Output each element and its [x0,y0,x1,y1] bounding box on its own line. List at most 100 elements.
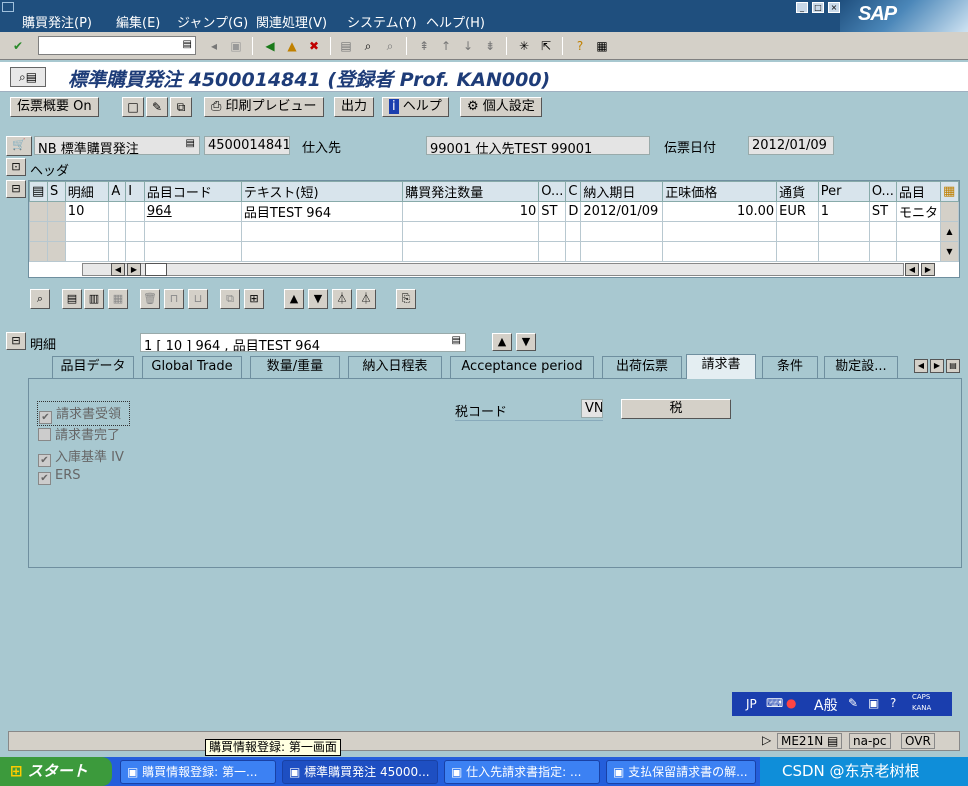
dropdown-icon[interactable]: ▤ [183,39,192,50]
last-page-icon[interactable]: ⇟ [482,38,498,54]
cancel-icon[interactable]: ✖ [306,38,322,54]
help-button[interactable]: i ヘルプ [382,97,449,117]
ime-tools-icon[interactable]: ▣ [868,696,879,710]
net-price-cell[interactable]: 10.00 [662,201,778,222]
sort-descending-icon[interactable]: ▼ [308,289,328,309]
quantity-cell[interactable]: 10 [402,201,540,222]
document-type-select[interactable]: NB 標準購買発注 ▤ [34,136,200,155]
vendor-field[interactable]: 99001 仕入先TEST 99001 [426,136,650,155]
item-selector[interactable]: 1 [ 10 ] 964 , 品目TEST 964 ▤ [140,333,466,352]
currency-cell[interactable]: EUR [776,201,819,222]
tab-conditions[interactable]: 条件 [762,356,818,378]
invoice-receipt-checkbox[interactable]: ✔ 請求書受領 [37,401,131,426]
column-header[interactable]: C [565,181,582,202]
gr-based-iv-checkbox[interactable]: ✔ 入庫基準 IV [38,446,124,467]
column-header[interactable]: 納入期日 [580,181,664,202]
document-date-field[interactable]: 2012/01/09 [748,136,834,155]
row-selector[interactable] [29,221,48,242]
column-header[interactable]: 品目コード [143,181,242,202]
lock-icon[interactable]: ⊓ [164,289,184,309]
scroll-left-icon[interactable]: ◀ [905,263,919,276]
po-number-field[interactable]: 4500014841 [204,136,290,155]
other-purchase-order-icon[interactable]: ⌕▤ [10,67,46,87]
ime-pad-icon[interactable]: ✎ [848,696,858,710]
status-expand-icon[interactable]: ▷ [759,733,774,749]
header-expand-icon[interactable]: ⊡ [6,158,26,176]
scroll-left-icon[interactable]: ◀ [111,263,125,276]
variant-icon[interactable]: ⊞ [244,289,264,309]
select-all-icon[interactable]: ▤ [29,181,48,202]
delivery-date-cell[interactable]: 2012/01/09 [580,201,664,222]
back-icon[interactable]: ◀ [262,38,278,54]
ime-status-icon[interactable]: ● [786,696,796,710]
tab-scroll-left-icon[interactable]: ◀ [914,359,928,373]
layout-menu-icon[interactable]: ▦ [594,38,610,54]
dropdown-icon[interactable]: ▤ [452,335,461,346]
tab-global-trade[interactable]: Global Trade [142,356,242,378]
start-button[interactable]: ⊞ スタート [0,757,112,786]
material-group-cell[interactable]: モニタ [895,201,941,222]
taskbar-item[interactable]: ▣ 購買情報登録: 第一... [120,760,276,784]
print-preview-button[interactable]: ⎙ 印刷プレビュー [204,97,324,117]
additional-planning-icon[interactable]: ⎘ [396,289,416,309]
find-next-icon[interactable]: ⌕ [382,38,398,54]
column-header[interactable]: 品目 [895,181,941,202]
order-unit-cell[interactable]: ST [868,201,897,222]
column-settings-icon[interactable]: ▦ [939,181,960,202]
back-arrow-icon[interactable]: ◂ [206,38,222,54]
column-header[interactable]: A [108,181,127,202]
per-cell[interactable]: 1 [817,201,870,222]
shortcut-icon[interactable]: ⇱ [538,38,554,54]
column-header[interactable]: 正味価格 [662,181,778,202]
empty-cell[interactable] [64,221,110,242]
tab-material-data[interactable]: 品目データ [52,356,134,378]
column-header[interactable]: Per [817,181,870,202]
tab-delivery-schedule[interactable]: 納入日程表 [348,356,442,378]
tab-delivery-document[interactable]: 出荷伝票 [602,356,682,378]
menu-jump[interactable]: ジャンプ(G) [177,12,248,31]
date-category-cell[interactable]: D [565,201,582,222]
menu-help[interactable]: ヘルプ(H) [426,12,485,31]
ime-help-icon[interactable]: ? [890,696,896,710]
ers-checkbox[interactable]: ✔ ERS [38,468,81,485]
scroll-up-icon[interactable]: ▲ [939,221,960,242]
next-page-icon[interactable]: ↓ [460,38,476,54]
unit-cell[interactable]: ST [538,201,567,222]
output-button[interactable]: 出力 [334,97,375,117]
item-cell[interactable]: 10 [64,201,110,222]
short-text-cell[interactable]: 品目TEST 964 [240,201,404,222]
sort-ascending-icon[interactable]: ▲ [284,289,304,309]
taskbar-item[interactable]: ▣ 標準購買発注 45000... [282,760,438,784]
tab-scroll-right-icon[interactable]: ▶ [930,359,944,373]
delete-icon[interactable]: 🗑 [140,289,160,309]
tax-code-field[interactable]: VN [581,399,603,418]
menu-related[interactable]: 関連処理(V) [256,12,327,31]
column-header[interactable]: 購買発注数量 [402,181,540,202]
dropdown-icon[interactable]: ▤ [186,138,195,149]
help-icon[interactable]: ? [572,38,588,54]
personal-settings-button[interactable]: ⚙ 個人設定 [460,97,542,117]
close-icon[interactable]: × [828,2,840,13]
display-change-icon[interactable]: ✎ [146,97,168,117]
tab-quantity-weight[interactable]: 数量/重量 [250,356,340,378]
item-category-cell[interactable] [125,201,145,222]
scroll-down-icon[interactable]: ▼ [939,241,960,262]
transaction-code[interactable]: ME21N ▤ [777,733,843,749]
material-cell[interactable]: 964 [143,201,242,222]
row-selector[interactable] [29,241,48,262]
ime-language[interactable]: JP [746,697,757,711]
item-overview-collapse-icon[interactable]: ⊟ [6,180,26,198]
tab-invoice[interactable]: 請求書 [686,354,756,379]
previous-item-icon[interactable]: ▲ [492,333,512,351]
previous-page-icon[interactable]: ↑ [438,38,454,54]
save-icon[interactable]: ▣ [228,38,244,54]
duplicate-icon[interactable]: ⧉ [220,289,240,309]
system-menu-icon[interactable] [2,2,14,12]
details-icon[interactable]: ⌕ [30,289,50,309]
row-selector[interactable] [29,201,48,222]
minimize-icon[interactable]: _ [796,2,808,13]
insert-mode[interactable]: OVR [901,733,935,749]
copy-icon[interactable]: ▦ [108,289,128,309]
column-header[interactable]: 通貨 [776,181,819,202]
filter-reset-icon[interactable]: ⏃ [356,289,376,309]
